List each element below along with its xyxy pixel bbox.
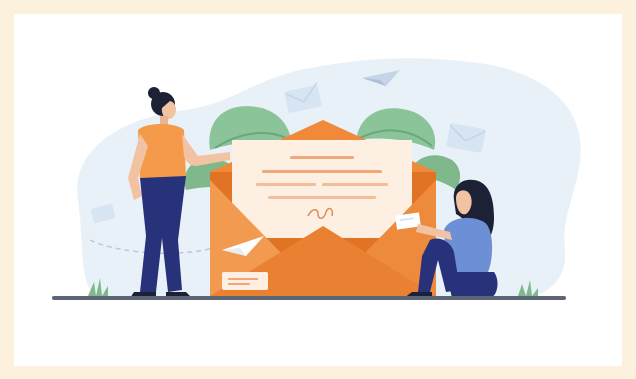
email-illustration xyxy=(52,58,581,300)
open-envelope xyxy=(210,120,436,296)
letter xyxy=(232,140,412,238)
ground-line xyxy=(52,296,566,300)
